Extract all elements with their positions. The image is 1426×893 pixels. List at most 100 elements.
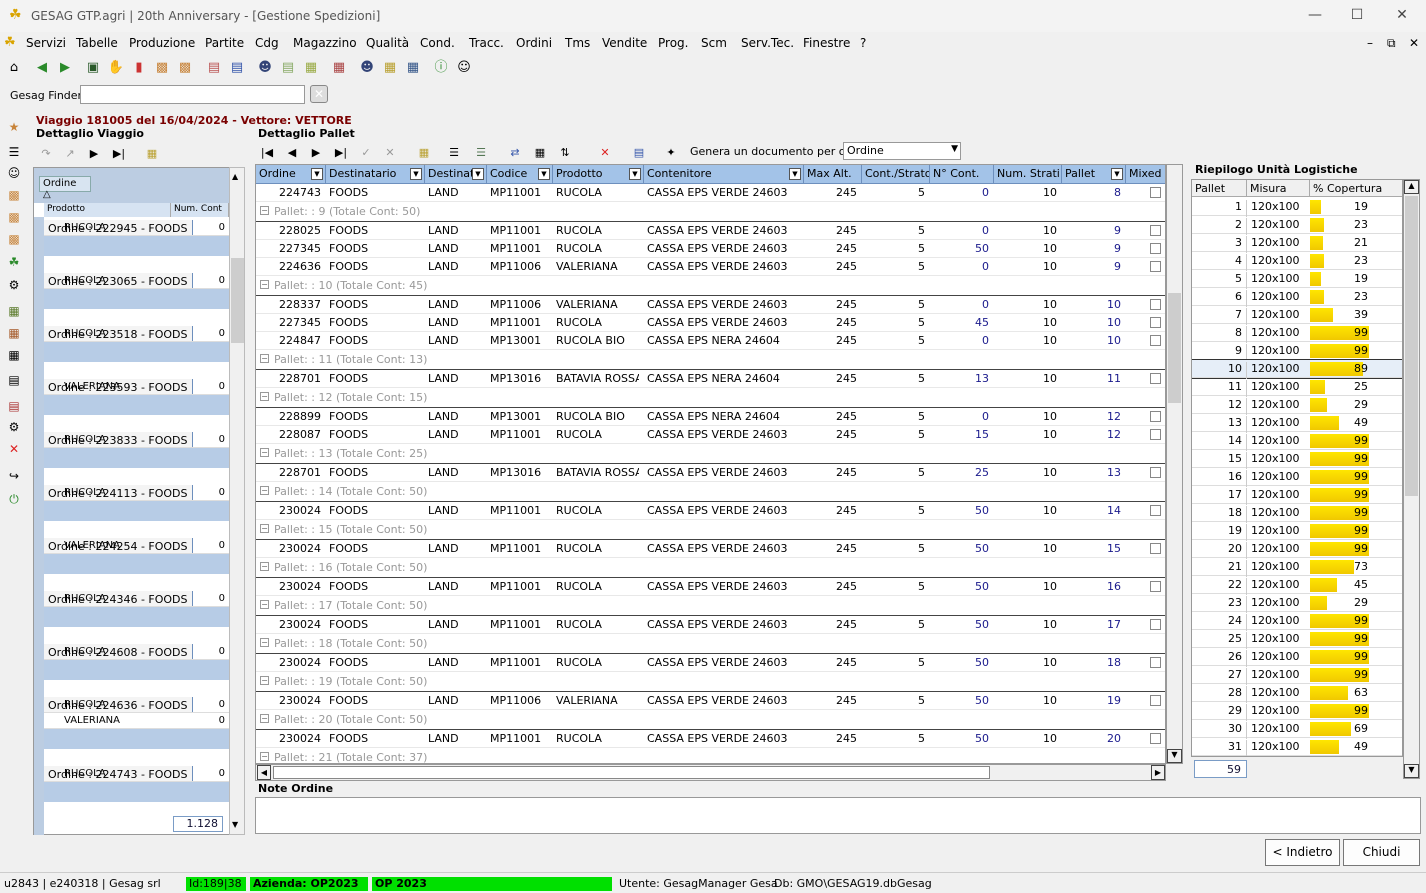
summary-row[interactable]: 15 120x100 99 xyxy=(1192,450,1402,469)
summary-row[interactable]: 8 120x100 99 xyxy=(1192,324,1402,343)
menu-2[interactable]: Produzione xyxy=(129,36,195,50)
pallet-row[interactable]: 224743 FOODS LAND MP11001 RUCOLA CASSA EPS VE… xyxy=(256,184,1165,202)
list-icon[interactable]: ☰ xyxy=(472,144,490,162)
users-icon[interactable]: ☻ xyxy=(254,57,276,79)
pallet-row[interactable]: 230024 FOODS LAND MP11001 RUCOLA CASSA EPS VE… xyxy=(256,730,1165,748)
export-icon[interactable]: ▣ xyxy=(82,57,104,79)
order-row[interactable]: RUCOLA 0 xyxy=(44,485,229,501)
panel-icon[interactable]: ▦ xyxy=(143,145,161,163)
generate-select[interactable]: Ordine ▼ xyxy=(843,142,961,160)
filter-icon[interactable]: ▼ xyxy=(311,168,323,180)
add-document-icon[interactable]: ▤ xyxy=(277,57,299,79)
note-textarea[interactable] xyxy=(255,797,1421,834)
collapse-icon[interactable]: − xyxy=(260,562,269,571)
grid-col-header[interactable]: N° Cont. xyxy=(930,165,994,184)
summary-row[interactable]: 1 120x100 19 xyxy=(1192,198,1402,217)
summary-row[interactable]: 17 120x100 99 xyxy=(1192,486,1402,505)
pallet-row[interactable]: 228025 FOODS LAND MP11001 RUCOLA CASSA EPS VE… xyxy=(256,222,1165,240)
summary-row[interactable]: 19 120x100 99 xyxy=(1192,522,1402,541)
grid-col-header[interactable]: Prodotto ▼ xyxy=(553,165,644,184)
calendar-icon[interactable]: ▦ xyxy=(300,57,322,79)
col-prodotto[interactable]: Prodotto xyxy=(44,203,171,217)
package-out-icon[interactable]: ▩ xyxy=(5,230,23,248)
summary-row[interactable]: 11 120x100 25 xyxy=(1192,378,1402,397)
summary-row[interactable]: 31 120x100 49 xyxy=(1192,738,1402,756)
summary-col-header[interactable]: Misura xyxy=(1247,180,1310,197)
mdi-minimize-button[interactable]: – xyxy=(1367,36,1373,50)
summary-row[interactable]: 30 120x100 69 xyxy=(1192,720,1402,739)
report-icon[interactable]: ▤ xyxy=(226,57,248,79)
order-row[interactable]: RUCOLA 0 xyxy=(44,644,229,660)
filter-icon[interactable]: ▼ xyxy=(789,168,801,180)
mixed-checkbox[interactable] xyxy=(1150,733,1161,744)
star-icon[interactable]: ★ xyxy=(5,118,23,136)
collapse-icon[interactable]: − xyxy=(260,714,269,723)
person-icon[interactable]: ☺ xyxy=(5,164,23,182)
mixed-checkbox[interactable] xyxy=(1150,317,1161,328)
summary-row[interactable]: 14 120x100 99 xyxy=(1192,432,1402,451)
mixed-checkbox[interactable] xyxy=(1150,581,1161,592)
summary-row[interactable]: 21 120x100 73 xyxy=(1192,558,1402,577)
order-row[interactable]: VALERIANA 0 xyxy=(44,379,229,395)
menu-4[interactable]: Cdg xyxy=(255,36,279,50)
mixed-checkbox[interactable] xyxy=(1150,619,1161,630)
menu-10[interactable]: Tms xyxy=(565,36,590,50)
scroll-down-icon[interactable]: ▼ xyxy=(232,820,238,829)
sort-icon[interactable]: ⇅ xyxy=(556,144,574,162)
summary-row[interactable]: 9 120x100 99 xyxy=(1192,342,1402,361)
minimize-button[interactable]: — xyxy=(1302,4,1328,26)
pallet-row[interactable]: 230024 FOODS LAND MP11001 RUCOLA CASSA EPS VE… xyxy=(256,654,1165,672)
power-icon[interactable]: ⏻ xyxy=(5,490,23,508)
pallet-row[interactable]: 228701 FOODS LAND MP13016 BATAVIA ROSSA B CAS… xyxy=(256,464,1165,482)
summary-row[interactable]: 18 120x100 99 xyxy=(1192,504,1402,523)
summary-row[interactable]: 28 120x100 63 xyxy=(1192,684,1402,703)
back-button[interactable]: < Indietro xyxy=(1265,839,1340,866)
collapse-icon[interactable]: − xyxy=(260,280,269,289)
next-icon[interactable]: ▶ xyxy=(85,145,103,163)
mixed-checkbox[interactable] xyxy=(1150,411,1161,422)
grid-col-header[interactable]: Destinat ▼ xyxy=(425,165,487,184)
order-row[interactable]: RUCOLA 0 xyxy=(44,591,229,607)
grid-col-header[interactable]: Destinatario ▼ xyxy=(326,165,425,184)
order-row[interactable]: RUCOLA 0 xyxy=(44,432,229,448)
pallet-row[interactable]: 230024 FOODS LAND MP11006 VALERIANA CASSA EPS… xyxy=(256,692,1165,710)
plant-icon[interactable]: ☘ xyxy=(5,253,23,271)
wand-icon[interactable]: ✦ xyxy=(662,144,680,162)
image-icon[interactable]: ▦ xyxy=(328,57,350,79)
filter-icon[interactable]: ▼ xyxy=(1111,168,1123,180)
hand-icon[interactable]: ✋ xyxy=(105,57,127,79)
collapse-icon[interactable]: − xyxy=(260,600,269,609)
forward-icon[interactable]: ▶ xyxy=(54,57,76,79)
menu-9[interactable]: Ordini xyxy=(516,36,552,50)
filter-icon[interactable]: ▼ xyxy=(410,168,422,180)
mixed-checkbox[interactable] xyxy=(1150,467,1161,478)
pallet-row[interactable]: 227345 FOODS LAND MP11001 RUCOLA CASSA EPS VE… xyxy=(256,240,1165,258)
order-row[interactable]: RUCOLA 0 xyxy=(44,697,229,713)
pallet-group-row[interactable]: − Pallet: : 11 (Totale Cont: 13) xyxy=(256,350,1165,370)
collapse-icon[interactable]: − xyxy=(260,676,269,685)
pallet-row[interactable]: 227345 FOODS LAND MP11001 RUCOLA CASSA EPS VE… xyxy=(256,314,1165,332)
package-list-icon[interactable]: ▩ xyxy=(5,208,23,226)
collapse-icon[interactable]: − xyxy=(260,524,269,533)
mdi-restore-button[interactable]: ⧉ xyxy=(1387,36,1396,51)
close-window-button[interactable]: ✕ xyxy=(1389,4,1415,26)
grid-scroll-left-icon[interactable]: ◀ xyxy=(257,765,271,780)
filter-icon[interactable]: ▼ xyxy=(472,168,484,180)
back-icon[interactable]: ◀ xyxy=(31,57,53,79)
menu-16[interactable]: ? xyxy=(860,36,866,50)
menu-7[interactable]: Cond. xyxy=(420,36,455,50)
grid-scroll-thumb[interactable] xyxy=(1168,293,1181,403)
delete-icon[interactable]: ✕ xyxy=(5,440,23,458)
logout-icon[interactable]: ↪ xyxy=(5,467,23,485)
last-record-icon[interactable]: ▶| xyxy=(332,144,350,162)
order-row[interactable]: RUCOLA 0 xyxy=(44,273,229,289)
crate-icon[interactable]: ▦ xyxy=(5,324,23,342)
grid-col-header[interactable]: Codice ▼ xyxy=(487,165,553,184)
pallet-group-row[interactable]: − Pallet: : 13 (Totale Cont: 25) xyxy=(256,444,1165,464)
close-button[interactable]: Chiudi xyxy=(1343,839,1420,866)
menu-14[interactable]: Serv.Tec. xyxy=(741,36,794,50)
grid-col-header[interactable]: Ordine ▼ xyxy=(256,165,326,184)
mixed-checkbox[interactable] xyxy=(1150,225,1161,236)
grid-hscroll-thumb[interactable] xyxy=(273,766,990,779)
grid-horizontal-scrollbar[interactable]: ◀ ▶ xyxy=(255,764,1166,781)
